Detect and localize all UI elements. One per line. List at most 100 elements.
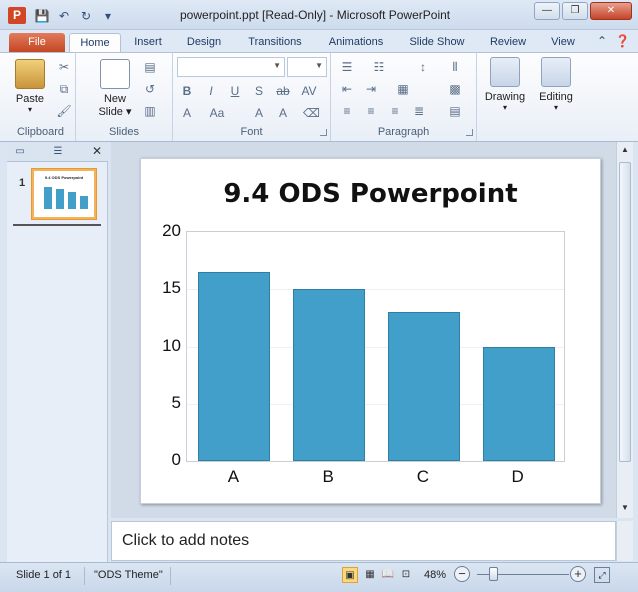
normal-view-icon[interactable]: ▣ [342, 567, 358, 583]
editing-group[interactable]: Editing ▾ [532, 53, 582, 141]
clear-formatting-icon[interactable]: ⌫ [303, 105, 320, 121]
zoom-out-icon[interactable]: − [454, 566, 470, 582]
tab-slide-show[interactable]: Slide Show [402, 33, 472, 52]
justify-icon[interactable]: ≣ [411, 103, 427, 119]
slide-show-icon[interactable]: ⊡ [398, 567, 414, 583]
increase-indent-icon[interactable]: ⇥ [363, 81, 379, 97]
customize-qat-icon[interactable]: ▾ [100, 8, 116, 24]
undo-icon[interactable]: ↶ [56, 8, 72, 24]
restore-button[interactable]: ❐ [562, 2, 588, 20]
outline-tab-icon[interactable]: ☰ [49, 145, 67, 159]
columns-icon[interactable]: ⫴ [447, 59, 463, 75]
chart-bar-a[interactable] [198, 272, 271, 461]
theme-status[interactable]: "ODS Theme" [94, 569, 163, 581]
reset-icon[interactable]: ↺ [142, 81, 158, 97]
binoculars-icon [541, 57, 571, 87]
tab-design[interactable]: Design [180, 33, 228, 52]
tab-review[interactable]: Review [484, 33, 532, 52]
font-size-dropdown[interactable]: ▼ [287, 57, 327, 77]
scroll-down-icon[interactable]: ▼ [617, 500, 633, 516]
slide-thumbnail[interactable]: 9.4 ODS Powerpoint [32, 169, 96, 219]
align-right-icon[interactable]: ≡ [387, 103, 403, 119]
shadow-icon[interactable]: S [251, 83, 267, 99]
powerpoint-app-icon[interactable]: P [8, 7, 26, 24]
drawing-group[interactable]: Drawing ▾ [477, 53, 532, 141]
paragraph-dialog-launcher[interactable] [466, 129, 473, 136]
line-spacing-icon[interactable]: ↕ [415, 59, 431, 75]
tab-transitions[interactable]: Transitions [240, 33, 310, 52]
close-button[interactable]: ✕ [590, 2, 632, 20]
slide-editing-area[interactable]: 9.4 ODS Powerpoint 0 5 10 15 20 A B C D [111, 142, 616, 518]
zoom-slider-handle[interactable] [489, 567, 498, 581]
redo-icon[interactable]: ↻ [78, 8, 94, 24]
grow-font-icon[interactable]: A [251, 105, 267, 121]
reading-view-icon[interactable]: 📖 [380, 567, 396, 583]
slide-count-status: Slide 1 of 1 [16, 569, 72, 581]
font-dialog-launcher[interactable] [320, 129, 327, 136]
drawing-button[interactable]: Drawing ▾ [481, 57, 529, 112]
close-panel-icon[interactable]: ✕ [92, 144, 102, 158]
tab-insert[interactable]: Insert [126, 33, 170, 52]
vertical-scrollbar[interactable]: ▲ ▼ [616, 142, 633, 518]
new-slide-button[interactable]: New Slide ▾ [94, 59, 136, 118]
editing-button[interactable]: Editing ▾ [532, 57, 580, 112]
zoom-in-icon[interactable]: + [570, 566, 586, 582]
y-tick-label: 5 [171, 392, 181, 412]
x-tick-label: B [322, 467, 334, 486]
font-group: ▼ ▼ B I U S ab AV A Aa A A ⌫ Font [173, 53, 331, 141]
smartart-icon[interactable]: ▩ [447, 81, 463, 97]
fit-to-window-icon[interactable]: ⤢ [594, 567, 610, 583]
paste-button[interactable]: Paste ▾ [12, 59, 48, 114]
copy-icon[interactable]: ⧉ [56, 81, 72, 97]
cut-icon[interactable]: ✂ [56, 59, 72, 75]
tab-animations[interactable]: Animations [320, 33, 392, 52]
notes-scrollbar[interactable] [616, 521, 633, 561]
chart-title[interactable]: 9.4 ODS Powerpoint [141, 179, 600, 209]
scroll-up-icon[interactable]: ▲ [617, 142, 633, 158]
chart-bar-c[interactable] [387, 312, 460, 461]
tab-view[interactable]: View [544, 33, 582, 52]
align-center-icon[interactable]: ≡ [363, 103, 379, 119]
notes-placeholder[interactable]: Click to add notes [122, 532, 249, 550]
bold-icon[interactable]: B [179, 83, 195, 99]
help-icon[interactable]: ❓ [615, 34, 630, 48]
numbering-icon[interactable]: ☷ [371, 59, 387, 75]
chart-bar-b[interactable] [293, 289, 366, 461]
new-slide-icon [100, 59, 130, 89]
ribbon: Paste ▾ ✂ ⧉ 🖌 Clipboard New Slide ▾ ▤ ↺ … [0, 52, 638, 142]
align-text-icon[interactable]: ▤ [447, 103, 463, 119]
character-spacing-icon[interactable]: AV [301, 83, 317, 99]
plot-area[interactable] [186, 231, 565, 462]
layout-icon[interactable]: ▤ [142, 59, 158, 75]
tab-home[interactable]: Home [69, 33, 121, 52]
y-tick-label: 10 [162, 335, 181, 355]
thumbnail-bar [68, 192, 76, 209]
font-color-icon[interactable]: A [179, 105, 195, 121]
tab-file[interactable]: File [9, 33, 65, 52]
bullets-icon[interactable]: ☰ [339, 59, 355, 75]
shrink-font-icon[interactable]: A [275, 105, 291, 121]
italic-icon[interactable]: I [203, 83, 219, 99]
notes-pane[interactable]: Click to add notes [111, 521, 616, 561]
section-icon[interactable]: ▥ [142, 103, 158, 119]
minimize-button[interactable]: — [534, 2, 560, 20]
status-divider [170, 567, 171, 585]
zoom-level[interactable]: 48% [424, 569, 446, 581]
chart-bar-d[interactable] [482, 346, 555, 461]
align-left-icon[interactable]: ≡ [339, 103, 355, 119]
format-painter-icon[interactable]: 🖌 [56, 103, 72, 119]
scroll-thumb[interactable] [619, 162, 631, 462]
decrease-indent-icon[interactable]: ⇤ [339, 81, 355, 97]
panel-divider [13, 224, 101, 226]
save-icon[interactable]: 💾 [34, 8, 50, 24]
text-direction-icon[interactable]: ▦ [395, 81, 411, 97]
slide-canvas[interactable]: 9.4 ODS Powerpoint 0 5 10 15 20 A B C D [140, 158, 601, 504]
font-name-dropdown[interactable]: ▼ [177, 57, 285, 77]
minimize-ribbon-icon[interactable]: ⌃ [597, 34, 607, 48]
strikethrough-icon[interactable]: ab [275, 83, 291, 99]
change-case-icon[interactable]: Aa [209, 105, 225, 121]
underline-icon[interactable]: U [227, 83, 243, 99]
clipboard-label: Clipboard [16, 126, 65, 138]
slides-tab-icon[interactable]: ▭ [11, 145, 29, 159]
slide-sorter-icon[interactable]: ▦ [362, 567, 378, 583]
